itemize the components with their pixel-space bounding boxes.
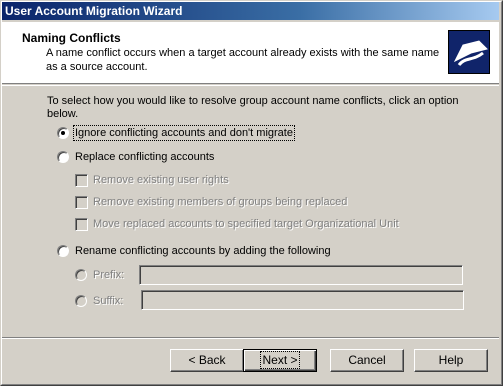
cancel-button-label: Cancel [348,353,386,367]
suffix-label: Suffix: [93,295,124,307]
prefix-label: Prefix: [93,269,125,281]
checkbox-remove-rights[interactable]: Remove existing user rights [75,172,229,188]
option-replace[interactable]: Replace conflicting accounts [57,149,214,165]
help-button[interactable]: Help [414,349,488,372]
window-title: User Account Migration Wizard [5,4,183,18]
suffix-input[interactable] [141,290,464,310]
checkbox-remove-members[interactable]: Remove existing members of groups being … [75,194,347,210]
move-ou-checkbox[interactable] [75,217,88,231]
suffix-option[interactable]: Suffix: [75,293,123,309]
next-button[interactable]: Next > [243,349,317,372]
wizard-logo-icon [448,30,490,74]
ignore-label[interactable]: Ignore conflicting accounts and don't mi… [73,125,295,141]
replace-label[interactable]: Replace conflicting accounts [75,151,214,163]
move-ou-label: Move replaced accounts to specified targ… [93,218,399,230]
header-divider [2,85,499,86]
page-title: Naming Conflicts [22,31,121,45]
rename-radio[interactable] [57,245,69,257]
rename-label[interactable]: Rename conflicting accounts by adding th… [75,245,331,257]
next-button-label: Next > [260,351,300,369]
option-ignore[interactable]: Ignore conflicting accounts and don't mi… [57,125,295,141]
back-button-label: < Back [188,353,226,367]
prefix-option[interactable]: Prefix: [75,267,124,283]
checkbox-move-ou[interactable]: Move replaced accounts to specified targ… [75,216,399,232]
remove-members-label: Remove existing members of groups being … [93,196,348,208]
option-rename[interactable]: Rename conflicting accounts by adding th… [57,243,331,259]
prefix-input[interactable] [139,265,463,285]
prefix-radio[interactable] [75,269,87,281]
instructions-text: To select how you would like to resolve … [47,95,459,120]
remove-rights-checkbox[interactable] [75,173,88,187]
page-description: A name conflict occurs when a target acc… [46,47,440,73]
back-button[interactable]: < Back [170,349,244,372]
title-bar[interactable]: User Account Migration Wizard [2,2,499,20]
help-button-label: Help [438,353,464,367]
remove-members-checkbox[interactable] [75,195,88,209]
ignore-radio[interactable] [57,127,69,139]
suffix-radio[interactable] [75,295,87,307]
footer-divider-highlight [2,338,499,339]
cancel-button[interactable]: Cancel [330,349,404,372]
wizard-header: Naming Conflicts A name conflict occurs … [2,22,499,84]
replace-radio[interactable] [57,151,69,163]
remove-rights-label: Remove existing user rights [93,174,229,186]
